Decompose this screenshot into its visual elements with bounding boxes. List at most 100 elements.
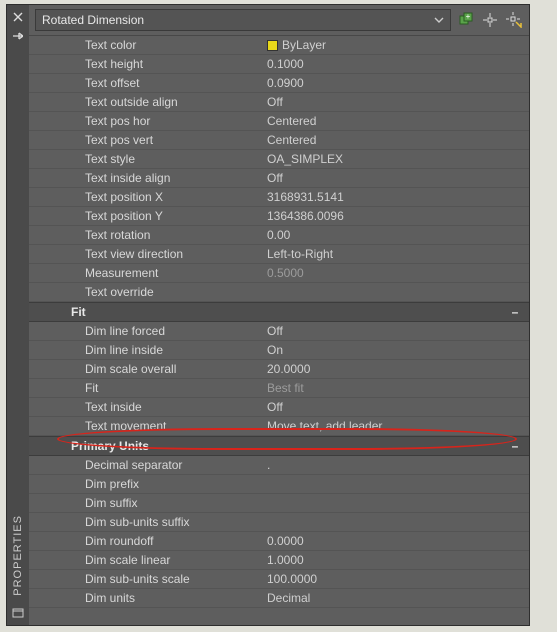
property-row[interactable]: Dim scale linear1.0000 bbox=[29, 551, 529, 570]
property-label: Text inside align bbox=[29, 171, 263, 185]
property-label: Dim sub-units scale bbox=[29, 572, 263, 586]
property-label: Text height bbox=[29, 57, 263, 71]
property-row[interactable]: Dim unitsDecimal bbox=[29, 589, 529, 608]
property-label: Text pos hor bbox=[29, 114, 263, 128]
property-label: Text style bbox=[29, 152, 263, 166]
property-row[interactable]: Dim prefix bbox=[29, 475, 529, 494]
property-value[interactable]: Off bbox=[263, 324, 529, 338]
property-label: Text movement bbox=[29, 419, 263, 433]
pin-icon[interactable] bbox=[10, 28, 26, 44]
property-row[interactable]: Text override bbox=[29, 283, 529, 302]
property-row[interactable]: Dim roundoff0.0000 bbox=[29, 532, 529, 551]
property-label: Text view direction bbox=[29, 247, 263, 261]
property-label: Text position Y bbox=[29, 209, 263, 223]
property-value[interactable]: 100.0000 bbox=[263, 572, 529, 586]
property-row[interactable]: Text height0.1000 bbox=[29, 55, 529, 74]
object-type-selector[interactable]: Rotated Dimension bbox=[35, 9, 451, 31]
property-label: Dim scale overall bbox=[29, 362, 263, 376]
property-label: Dim line forced bbox=[29, 324, 263, 338]
property-row[interactable]: Text colorByLayer bbox=[29, 36, 529, 55]
chevron-down-icon bbox=[434, 17, 444, 23]
property-row[interactable]: Text pos horCentered bbox=[29, 112, 529, 131]
property-value[interactable]: Centered bbox=[263, 114, 529, 128]
property-row[interactable]: Text styleOA_SIMPLEX bbox=[29, 150, 529, 169]
properties-body[interactable]: Text colorByLayerText height0.1000Text o… bbox=[29, 36, 529, 625]
header-icons: + bbox=[457, 11, 523, 29]
property-label: Decimal separator bbox=[29, 458, 263, 472]
object-type-label: Rotated Dimension bbox=[42, 13, 144, 27]
property-label: Text rotation bbox=[29, 228, 263, 242]
property-label: Dim scale linear bbox=[29, 553, 263, 567]
property-value[interactable]: Off bbox=[263, 95, 529, 109]
property-row[interactable]: Measurement0.5000 bbox=[29, 264, 529, 283]
property-label: Measurement bbox=[29, 266, 263, 280]
property-row[interactable]: Dim line insideOn bbox=[29, 341, 529, 360]
section-header[interactable]: Primary Units – bbox=[29, 436, 529, 456]
property-row[interactable]: Text movementMove text, add leader bbox=[29, 417, 529, 436]
property-value[interactable]: Decimal bbox=[263, 591, 529, 605]
property-label: Dim sub-units suffix bbox=[29, 515, 263, 529]
property-row[interactable]: Dim suffix bbox=[29, 494, 529, 513]
property-value[interactable]: 20.0000 bbox=[263, 362, 529, 376]
property-label: Dim suffix bbox=[29, 496, 263, 510]
property-row[interactable]: Decimal separator. bbox=[29, 456, 529, 475]
property-value[interactable]: Best fit bbox=[263, 381, 529, 395]
property-label: Text inside bbox=[29, 400, 263, 414]
section-title: Fit bbox=[71, 305, 86, 319]
property-value[interactable]: 0.1000 bbox=[263, 57, 529, 71]
property-value[interactable]: 3168931.5141 bbox=[263, 190, 529, 204]
property-value[interactable]: 0.0900 bbox=[263, 76, 529, 90]
select-objects-icon[interactable] bbox=[481, 11, 499, 29]
property-label: Text outside align bbox=[29, 95, 263, 109]
property-label: Text color bbox=[29, 38, 263, 52]
property-row[interactable]: Text position Y1364386.0096 bbox=[29, 207, 529, 226]
panel-header: Rotated Dimension + bbox=[29, 5, 529, 36]
property-value[interactable]: On bbox=[263, 343, 529, 357]
property-value[interactable]: 0.00 bbox=[263, 228, 529, 242]
property-value[interactable]: 0.5000 bbox=[263, 266, 529, 280]
property-value[interactable]: 0.0000 bbox=[263, 534, 529, 548]
property-label: Text offset bbox=[29, 76, 263, 90]
properties-panel: PROPERTIES Rotated Dimension + bbox=[6, 4, 530, 626]
property-label: Text position X bbox=[29, 190, 263, 204]
property-row[interactable]: FitBest fit bbox=[29, 379, 529, 398]
collapse-icon[interactable]: – bbox=[509, 305, 521, 319]
property-value[interactable]: Centered bbox=[263, 133, 529, 147]
property-row[interactable]: Dim scale overall20.0000 bbox=[29, 360, 529, 379]
toggle-pickadd-icon[interactable]: + bbox=[457, 11, 475, 29]
property-label: Fit bbox=[29, 381, 263, 395]
property-label: Text override bbox=[29, 285, 263, 299]
property-value[interactable]: Off bbox=[263, 400, 529, 414]
property-row[interactable]: Text insideOff bbox=[29, 398, 529, 417]
property-row[interactable]: Text rotation0.00 bbox=[29, 226, 529, 245]
property-row[interactable]: Text inside alignOff bbox=[29, 169, 529, 188]
panel-content: Rotated Dimension + bbox=[29, 5, 529, 625]
property-row[interactable]: Dim line forcedOff bbox=[29, 322, 529, 341]
property-label: Text pos vert bbox=[29, 133, 263, 147]
property-value[interactable]: 1364386.0096 bbox=[263, 209, 529, 223]
property-value[interactable]: . bbox=[263, 458, 529, 472]
collapse-icon[interactable]: – bbox=[509, 439, 521, 453]
property-row[interactable]: Text pos vertCentered bbox=[29, 131, 529, 150]
property-value[interactable]: Left-to-Right bbox=[263, 247, 529, 261]
property-value[interactable]: ByLayer bbox=[263, 38, 529, 52]
property-label: Dim roundoff bbox=[29, 534, 263, 548]
property-value[interactable]: OA_SIMPLEX bbox=[263, 152, 529, 166]
property-value[interactable]: Off bbox=[263, 171, 529, 185]
close-icon[interactable] bbox=[10, 9, 26, 25]
property-row[interactable]: Dim sub-units suffix bbox=[29, 513, 529, 532]
svg-text:+: + bbox=[466, 12, 471, 21]
property-row[interactable]: Text position X3168931.5141 bbox=[29, 188, 529, 207]
property-row[interactable]: Text offset0.0900 bbox=[29, 74, 529, 93]
section-header[interactable]: Fit – bbox=[29, 302, 529, 322]
section-title: Primary Units bbox=[71, 439, 149, 453]
property-row[interactable]: Text view directionLeft-to-Right bbox=[29, 245, 529, 264]
property-value[interactable]: Move text, add leader bbox=[263, 419, 529, 433]
property-value[interactable]: 1.0000 bbox=[263, 553, 529, 567]
quick-select-icon[interactable] bbox=[505, 11, 523, 29]
property-label: Dim units bbox=[29, 591, 263, 605]
left-rail: PROPERTIES bbox=[7, 5, 29, 625]
property-row[interactable]: Dim sub-units scale100.0000 bbox=[29, 570, 529, 589]
property-row[interactable]: Text outside alignOff bbox=[29, 93, 529, 112]
panel-menu-icon[interactable] bbox=[10, 605, 26, 621]
